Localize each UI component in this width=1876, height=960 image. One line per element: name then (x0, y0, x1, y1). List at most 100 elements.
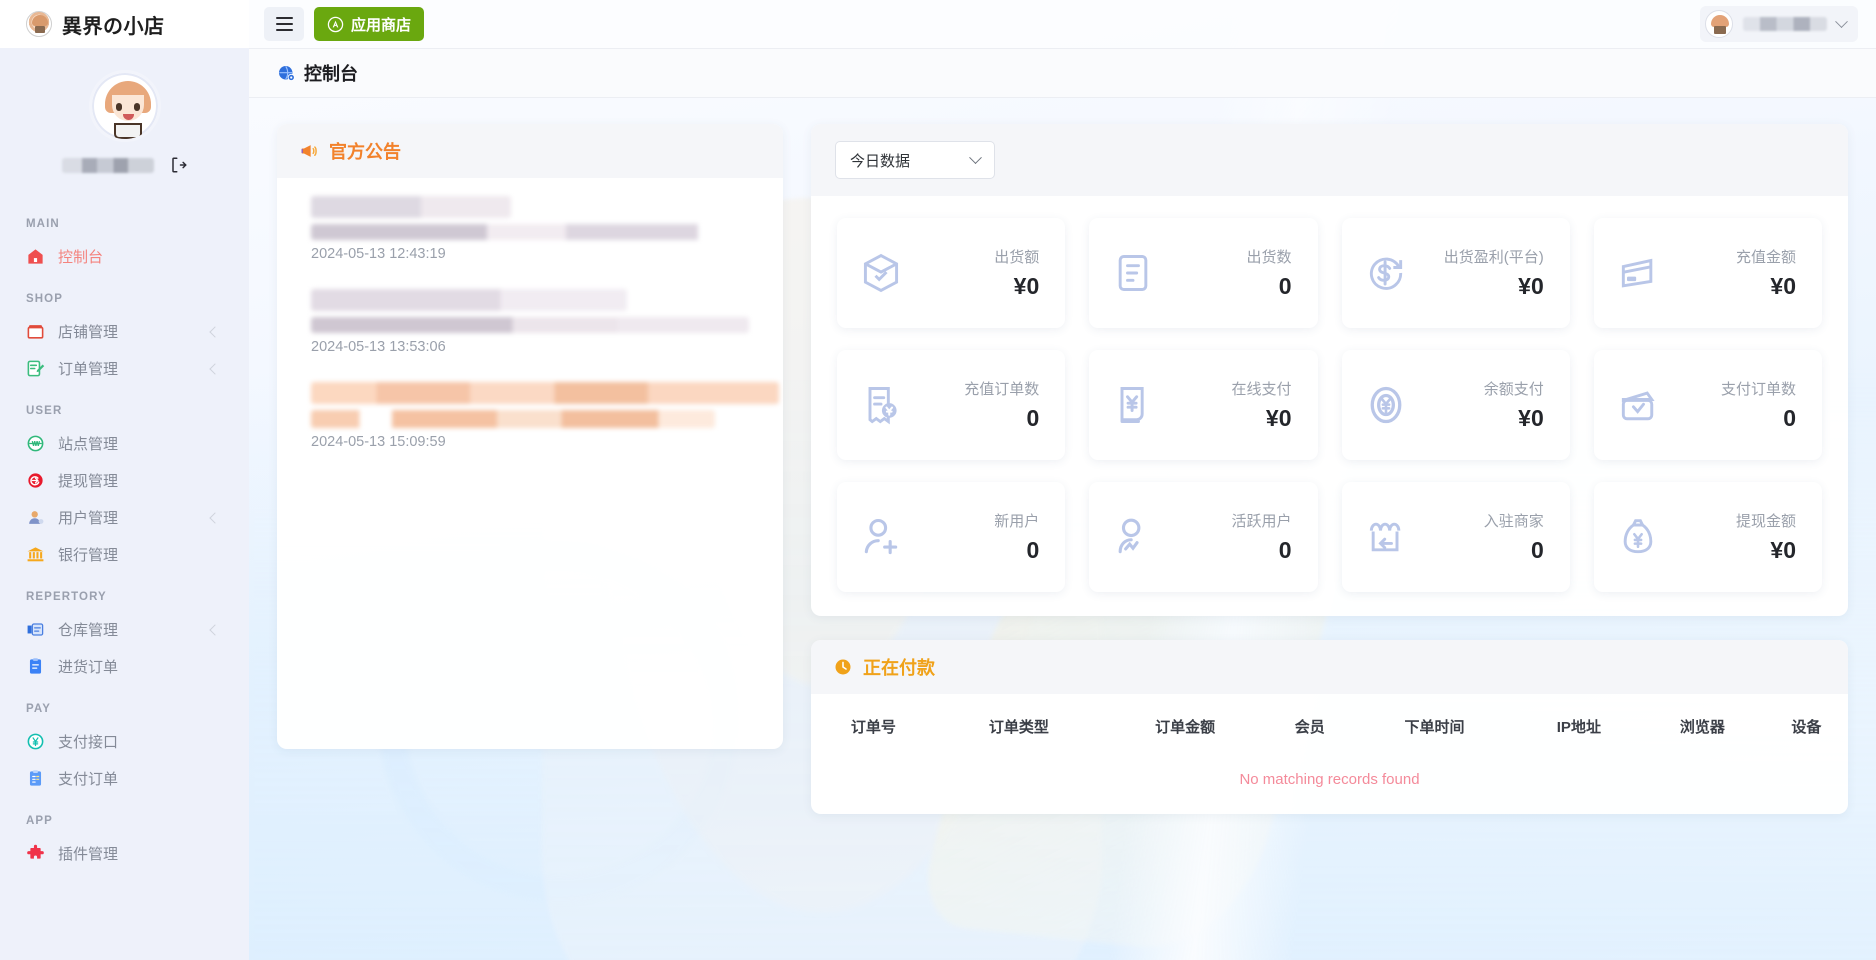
hamburger-icon[interactable] (264, 7, 304, 41)
bank-icon (27, 547, 44, 562)
date-range-select[interactable]: 今日数据 (835, 141, 995, 179)
sidebar-item-label: 控制台 (58, 249, 104, 266)
megaphone-icon (301, 145, 317, 157)
sidebar-item-withdraw-management[interactable]: 提现管理 (0, 462, 249, 499)
column-order-time[interactable]: 下单时间 (1351, 694, 1517, 757)
sidebar-item-label: 订单管理 (58, 361, 119, 378)
main-area: 应用商店 控制台 官方公告 2024-05-13 12:43:19 2024-0… (249, 0, 1876, 960)
logout-icon[interactable] (170, 156, 188, 174)
menu-group-pay: PAY (26, 703, 52, 715)
user-activity-icon (1118, 518, 1141, 554)
document-lines-icon (1118, 255, 1148, 291)
chevron-left-icon (209, 362, 221, 375)
stat-card-recharge-amount[interactable]: 充值金额 ¥0 (1593, 218, 1822, 328)
stat-card-new-users[interactable]: 新用户 0 (837, 482, 1066, 592)
stat-value: ¥0 (1518, 405, 1544, 431)
announcement-text-redacted (311, 289, 627, 311)
empty-message: No matching records found (1239, 771, 1420, 788)
content-area: 官方公告 2024-05-13 12:43:19 2024-05-13 13:5… (249, 98, 1876, 814)
table-header-row: 订单号 订单类型 订单金额 会员 下单时间 IP地址 浏览器 设备 (811, 694, 1848, 757)
topbar: 应用商店 (249, 0, 1876, 48)
stat-card-shipment-count[interactable]: 出货数 0 (1089, 218, 1318, 328)
stat-card-payment-orders[interactable]: 支付订单数 0 (1593, 350, 1822, 460)
stat-label: 出货数 (1246, 249, 1292, 266)
column-device[interactable]: 设备 (1765, 694, 1848, 757)
stat-label: 充值订单数 (964, 381, 1040, 398)
column-browser[interactable]: 浏览器 (1640, 694, 1765, 757)
stat-card-recharge-orders[interactable]: 充值订单数 0 (837, 350, 1066, 460)
stat-label: 出货盈利(平台) (1443, 249, 1544, 266)
stat-value: ¥0 (1770, 273, 1796, 299)
stat-value: 0 (1530, 537, 1544, 563)
site-globe-icon (27, 435, 44, 452)
sidebar-item-label: 进货订单 (58, 659, 119, 676)
stat-card-balance-payment[interactable]: 余额支付 ¥0 (1341, 350, 1570, 460)
stat-label: 提现金额 (1735, 513, 1796, 530)
stat-card-merchants[interactable]: 入驻商家 0 (1341, 482, 1570, 592)
sidebar-item-user-management[interactable]: 用户管理 (0, 499, 249, 536)
announcement-item[interactable]: 2024-05-13 15:09:59 (311, 382, 779, 450)
stat-label: 余额支付 (1483, 381, 1544, 398)
pending-payments-table: 订单号 订单类型 订单金额 会员 下单时间 IP地址 浏览器 设备 No mat… (811, 694, 1848, 814)
column-ip-address[interactable]: IP地址 (1518, 694, 1640, 757)
sidebar-item-purchase-order[interactable]: 进货订单 (0, 648, 249, 685)
menu-group-shop: SHOP (26, 293, 63, 305)
stat-card-online-payment[interactable]: 在线支付 ¥0 (1089, 350, 1318, 460)
sidebar-item-pay-interface[interactable]: 支付接口 (0, 723, 249, 760)
sidebar-item-site-management[interactable]: 站点管理 (0, 425, 249, 462)
sidebar-item-pay-order[interactable]: 支付订单 (0, 760, 249, 797)
stat-card-active-users[interactable]: 活跃用户 0 (1089, 482, 1318, 592)
dollar-refresh-icon (1369, 257, 1402, 290)
sidebar-item-dashboard[interactable]: 控制台 (0, 238, 249, 275)
chevron-down-icon (969, 150, 982, 164)
stat-card-shipment-amount[interactable]: 出货额 ¥0 (837, 218, 1066, 328)
sidebar-item-store-management[interactable]: 店铺管理 (0, 313, 249, 350)
sidebar-item-label: 支付订单 (58, 771, 119, 788)
announcement-panel: 官方公告 2024-05-13 12:43:19 2024-05-13 13:5… (277, 124, 783, 749)
stat-value: 0 (1278, 273, 1292, 299)
user-plus-icon (864, 518, 898, 555)
user-icon (29, 511, 44, 524)
stat-label: 出货额 (994, 249, 1040, 266)
announcement-text-redacted-2 (311, 317, 749, 333)
stat-value: 0 (1026, 537, 1040, 563)
announcement-item[interactable]: 2024-05-13 13:53:06 (311, 289, 757, 355)
stat-value: 0 (1783, 405, 1796, 431)
appstore-label: 应用商店 (351, 16, 412, 34)
withdraw-icon (28, 473, 43, 488)
receipt-yen-icon (868, 387, 897, 425)
home-icon (28, 249, 43, 264)
package-check-icon (863, 253, 899, 293)
stat-label: 入驻商家 (1483, 513, 1544, 530)
column-member[interactable]: 会员 (1268, 694, 1351, 757)
sidebar-item-label: 仓库管理 (58, 622, 119, 639)
announcement-item[interactable]: 2024-05-13 12:43:19 (311, 196, 757, 262)
profile-block (0, 48, 249, 192)
column-order-amount[interactable]: 订单金额 (1102, 694, 1268, 757)
dashboard-app: 異界の小店 MAIN 控制台 SHOP 店铺管理 订单管理 USER 站点管理 … (0, 0, 1876, 960)
coin-yen-icon (1370, 386, 1401, 424)
sidebar-item-order-management[interactable]: 订单管理 (0, 350, 249, 387)
stat-card-shipment-profit[interactable]: 出货盈利(平台) ¥0 (1341, 218, 1570, 328)
column-order-no[interactable]: 订单号 (811, 694, 936, 757)
brand-header[interactable]: 異界の小店 (0, 0, 249, 48)
brand-title: 異界の小店 (62, 15, 165, 38)
announcement-title: 官方公告 (329, 142, 401, 162)
column-order-type[interactable]: 订单类型 (936, 694, 1102, 757)
appstore-button[interactable]: 应用商店 (314, 7, 425, 41)
sidebar-item-plugin-management[interactable]: 插件管理 (0, 835, 249, 872)
sidebar-item-bank-management[interactable]: 银行管理 (0, 536, 249, 573)
sidebar-menu: MAIN 控制台 SHOP 店铺管理 订单管理 USER 站点管理 提现管理 用… (0, 192, 249, 896)
user-menu[interactable] (1700, 6, 1858, 42)
sidebar-item-label: 站点管理 (58, 436, 119, 453)
announcement-header: 官方公告 (277, 124, 783, 178)
page-title-bar: 控制台 (249, 48, 1876, 98)
credit-card-icon (1621, 258, 1653, 288)
stat-card-withdraw-amount[interactable]: 提现金额 ¥0 (1593, 482, 1822, 592)
stat-label: 在线支付 (1231, 381, 1292, 398)
stat-value: ¥0 (1265, 405, 1292, 431)
user-name-redacted (1743, 17, 1827, 31)
stat-label: 新用户 (994, 513, 1040, 530)
chevron-down-icon (1835, 14, 1848, 28)
sidebar-item-warehouse-management[interactable]: 仓库管理 (0, 611, 249, 648)
